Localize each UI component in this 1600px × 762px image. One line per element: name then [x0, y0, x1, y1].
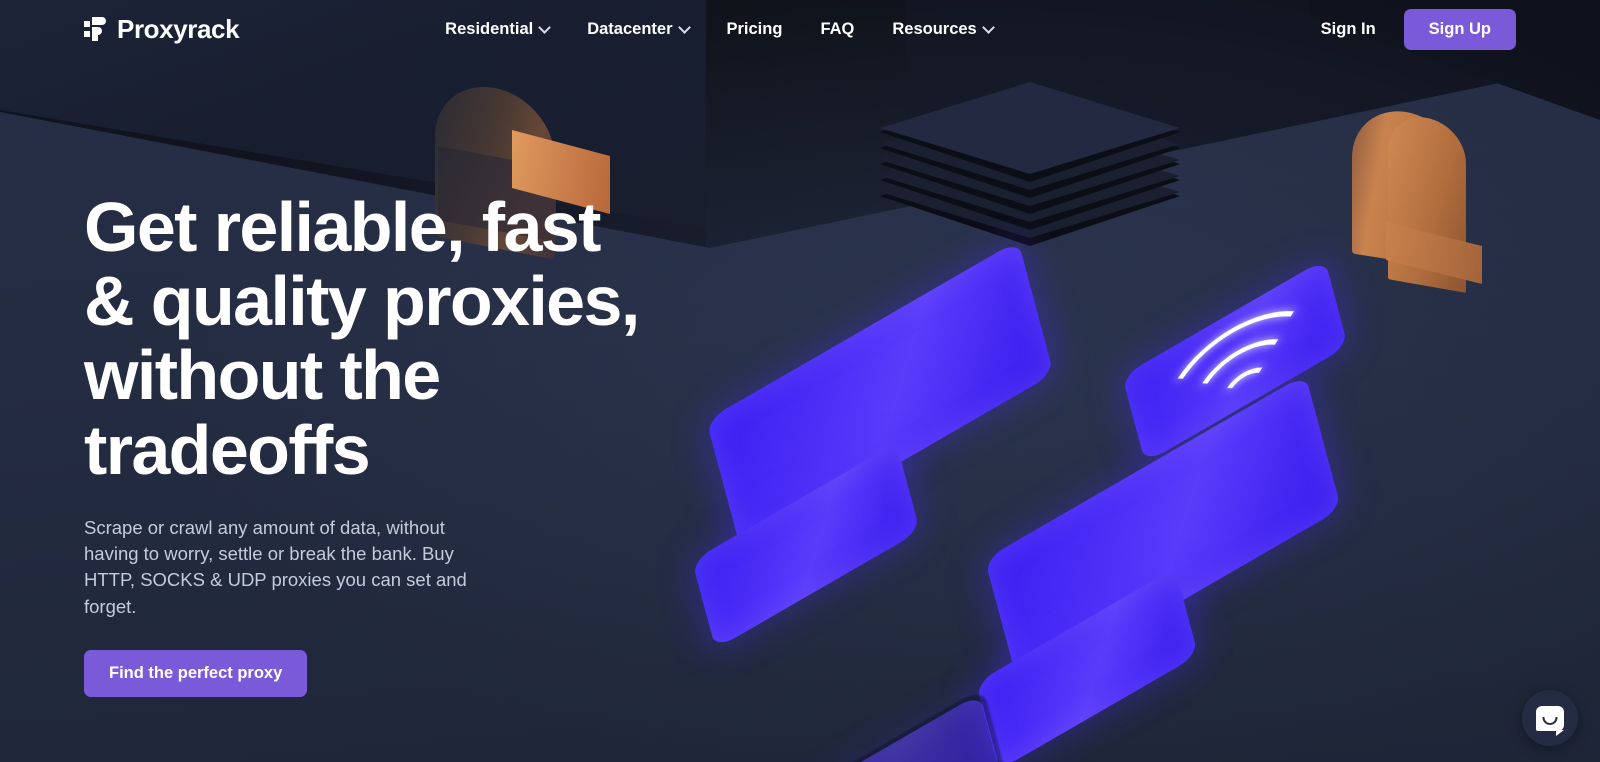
- proxyrack-blocks-logo-icon: [84, 17, 106, 41]
- chevron-down-icon: [540, 23, 549, 32]
- nav-label: Resources: [892, 19, 977, 38]
- intercom-chat-bubble-icon: [1536, 705, 1564, 736]
- chevron-down-icon: [984, 23, 993, 32]
- brand-name: Proxyrack: [117, 13, 240, 44]
- glow-panel: [972, 561, 1202, 762]
- nav-label: Datacenter: [587, 19, 673, 38]
- glow-panel-plate: [691, 442, 921, 650]
- chat-launcher-button[interactable]: [1522, 690, 1578, 746]
- find-perfect-proxy-button[interactable]: Find the perfect proxy: [84, 649, 308, 697]
- page-title: Get reliable, fast & quality proxies, wi…: [84, 190, 704, 487]
- site-header: Proxyrack Residential Datacenter Pricing…: [0, 0, 1600, 58]
- glow-panel-partial: [730, 687, 1010, 762]
- nav-item-datacenter[interactable]: Datacenter: [587, 20, 688, 39]
- page-root: Proxyrack Residential Datacenter Pricing…: [0, 0, 1600, 762]
- nav-item-pricing[interactable]: Pricing: [727, 20, 783, 39]
- nav-item-resources[interactable]: Resources: [892, 20, 992, 39]
- headline-line-4: tradeoffs: [84, 410, 371, 489]
- headline-line-3: without the: [84, 336, 441, 415]
- smile-icon: [1542, 716, 1558, 725]
- sign-up-button[interactable]: Sign Up: [1403, 8, 1516, 50]
- auth-actions: Sign In Sign Up: [1311, 8, 1516, 50]
- main-navigation: Residential Datacenter Pricing FAQ Resou…: [445, 20, 993, 39]
- headline-line-1: Get reliable, fast: [84, 188, 601, 266]
- nav-label: Pricing: [726, 19, 783, 38]
- brand-logo[interactable]: Proxyrack: [84, 13, 240, 45]
- nav-label: FAQ: [820, 19, 855, 38]
- hero-section: Get reliable, fast & quality proxies, wi…: [84, 190, 704, 697]
- hero-subtitle: Scrape or crawl any amount of data, with…: [84, 516, 467, 617]
- nav-item-residential[interactable]: Residential: [445, 20, 549, 39]
- chevron-down-icon: [680, 23, 689, 32]
- sign-in-link[interactable]: Sign In: [1311, 14, 1386, 45]
- headline-line-2: & quality proxies,: [84, 262, 640, 341]
- slab-stack: [880, 78, 1210, 248]
- glow-panel: [688, 436, 924, 650]
- nav-label: Residential: [445, 19, 534, 38]
- nav-item-faq[interactable]: FAQ: [820, 20, 854, 39]
